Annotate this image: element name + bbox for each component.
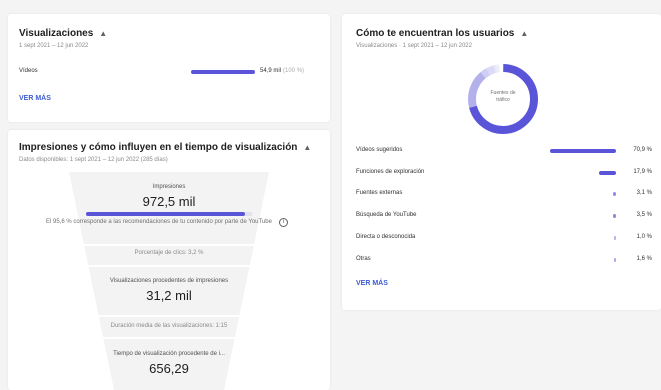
warning-icon[interactable]: ▲ <box>303 143 311 152</box>
traffic-subtitle: Visualizaciones · 1 sept 2021 – 12 jun 2… <box>356 43 472 49</box>
recommendation-note: El 95,6 % corresponde a las recomendacio… <box>46 219 272 225</box>
views-card-title: Visualizaciones <box>19 28 94 39</box>
traffic-source-bar-track <box>550 149 616 153</box>
impressions-card-header: Impresiones y cómo influyen en el tiempo… <box>19 142 311 153</box>
traffic-sources-card: Cómo te encuentran los usuarios ▲ Visual… <box>342 14 661 310</box>
traffic-source-value: 70,9 % <box>633 147 652 153</box>
traffic-source-row[interactable]: Vídeos sugeridos 70,9 % <box>342 145 661 159</box>
traffic-source-value: 1,6 % <box>636 255 652 262</box>
views-card: Visualizaciones ▲ 1 sept 2021 – 12 jun 2… <box>8 14 330 122</box>
views-date-range: 1 sept 2021 – 12 jun 2022 <box>19 43 89 49</box>
traffic-source-row[interactable]: Funciones de exploración 17,9 % <box>342 167 661 181</box>
impressions-card-title: Impresiones y cómo influyen en el tiempo… <box>19 142 298 153</box>
views-card-header: Visualizaciones ▲ <box>19 28 107 39</box>
traffic-source-value: 3,5 % <box>636 212 652 219</box>
traffic-source-value: 3,1 % <box>636 190 652 197</box>
views-row-value: 54,9 mil (100 %) <box>260 68 322 74</box>
ctr-label: Porcentaje de clics: 3,2 % <box>134 250 204 256</box>
views-value: 54,9 mil <box>260 68 282 74</box>
views-bar-track <box>191 70 255 74</box>
impressions-value: 972,5 mil <box>142 194 196 209</box>
views-row-label: Vídeos <box>19 68 38 74</box>
watch-time-label: Tiempo de visualización procedente de i.… <box>113 351 225 357</box>
traffic-source-value: 17,9 % <box>633 168 652 175</box>
views-from-impressions-label: Visualizaciones procedentes de impresion… <box>109 278 229 284</box>
traffic-see-more-link[interactable]: VER MÁS <box>356 280 388 287</box>
views-see-more-link[interactable]: VER MÁS <box>19 95 51 102</box>
views-bar <box>191 70 255 74</box>
traffic-source-row[interactable]: Directa o desconocida 1,0 % <box>342 232 661 246</box>
impressions-date-range: Datos disponibles: 1 sept 2021 – 12 jun … <box>19 157 168 163</box>
views-from-impressions-value: 31,2 mil <box>146 288 192 303</box>
traffic-source-row[interactable]: Búsqueda de YouTube 3,5 % <box>342 210 661 224</box>
traffic-card-title: Cómo te encuentran los usuarios <box>356 28 515 39</box>
impressions-bar-track <box>86 212 252 216</box>
traffic-card-header: Cómo te encuentran los usuarios ▲ <box>356 28 528 39</box>
traffic-source-label: Fuentes externas <box>356 190 403 197</box>
traffic-source-label: Vídeos sugeridos <box>356 147 403 153</box>
traffic-source-bar-track <box>550 214 616 219</box>
traffic-source-label: Otras <box>356 255 371 262</box>
traffic-source-row[interactable]: Fuentes externas 3,1 % <box>342 188 661 202</box>
traffic-source-label: Directa o desconocida <box>356 233 416 240</box>
traffic-source-bar <box>550 149 616 153</box>
views-value-pct: (100 %) <box>283 68 305 74</box>
impressions-bar <box>86 212 246 216</box>
traffic-source-bar-track <box>550 192 616 197</box>
impressions-card: Impresiones y cómo influyen en el tiempo… <box>8 130 330 390</box>
traffic-source-label: Funciones de exploración <box>356 168 425 175</box>
warning-icon[interactable]: ▲ <box>99 29 107 38</box>
info-icon[interactable]: i <box>279 218 288 227</box>
warning-icon[interactable]: ▲ <box>520 29 528 38</box>
watch-time-value: 656,29 <box>149 361 189 376</box>
avg-view-duration-label: Duración media de las visualizaciones: 1… <box>110 323 228 329</box>
traffic-source-label: Búsqueda de YouTube <box>356 212 417 219</box>
impressions-label: Impresiones <box>152 184 186 190</box>
traffic-source-value: 1,0 % <box>636 233 652 240</box>
traffic-source-bar-track <box>550 257 616 262</box>
traffic-source-bar-track <box>550 170 616 175</box>
traffic-source-bar-track <box>550 235 616 240</box>
traffic-source-row[interactable]: Otras 1,6 % <box>342 254 661 268</box>
donut-center-label: Fuentes de tráfico <box>490 90 516 103</box>
